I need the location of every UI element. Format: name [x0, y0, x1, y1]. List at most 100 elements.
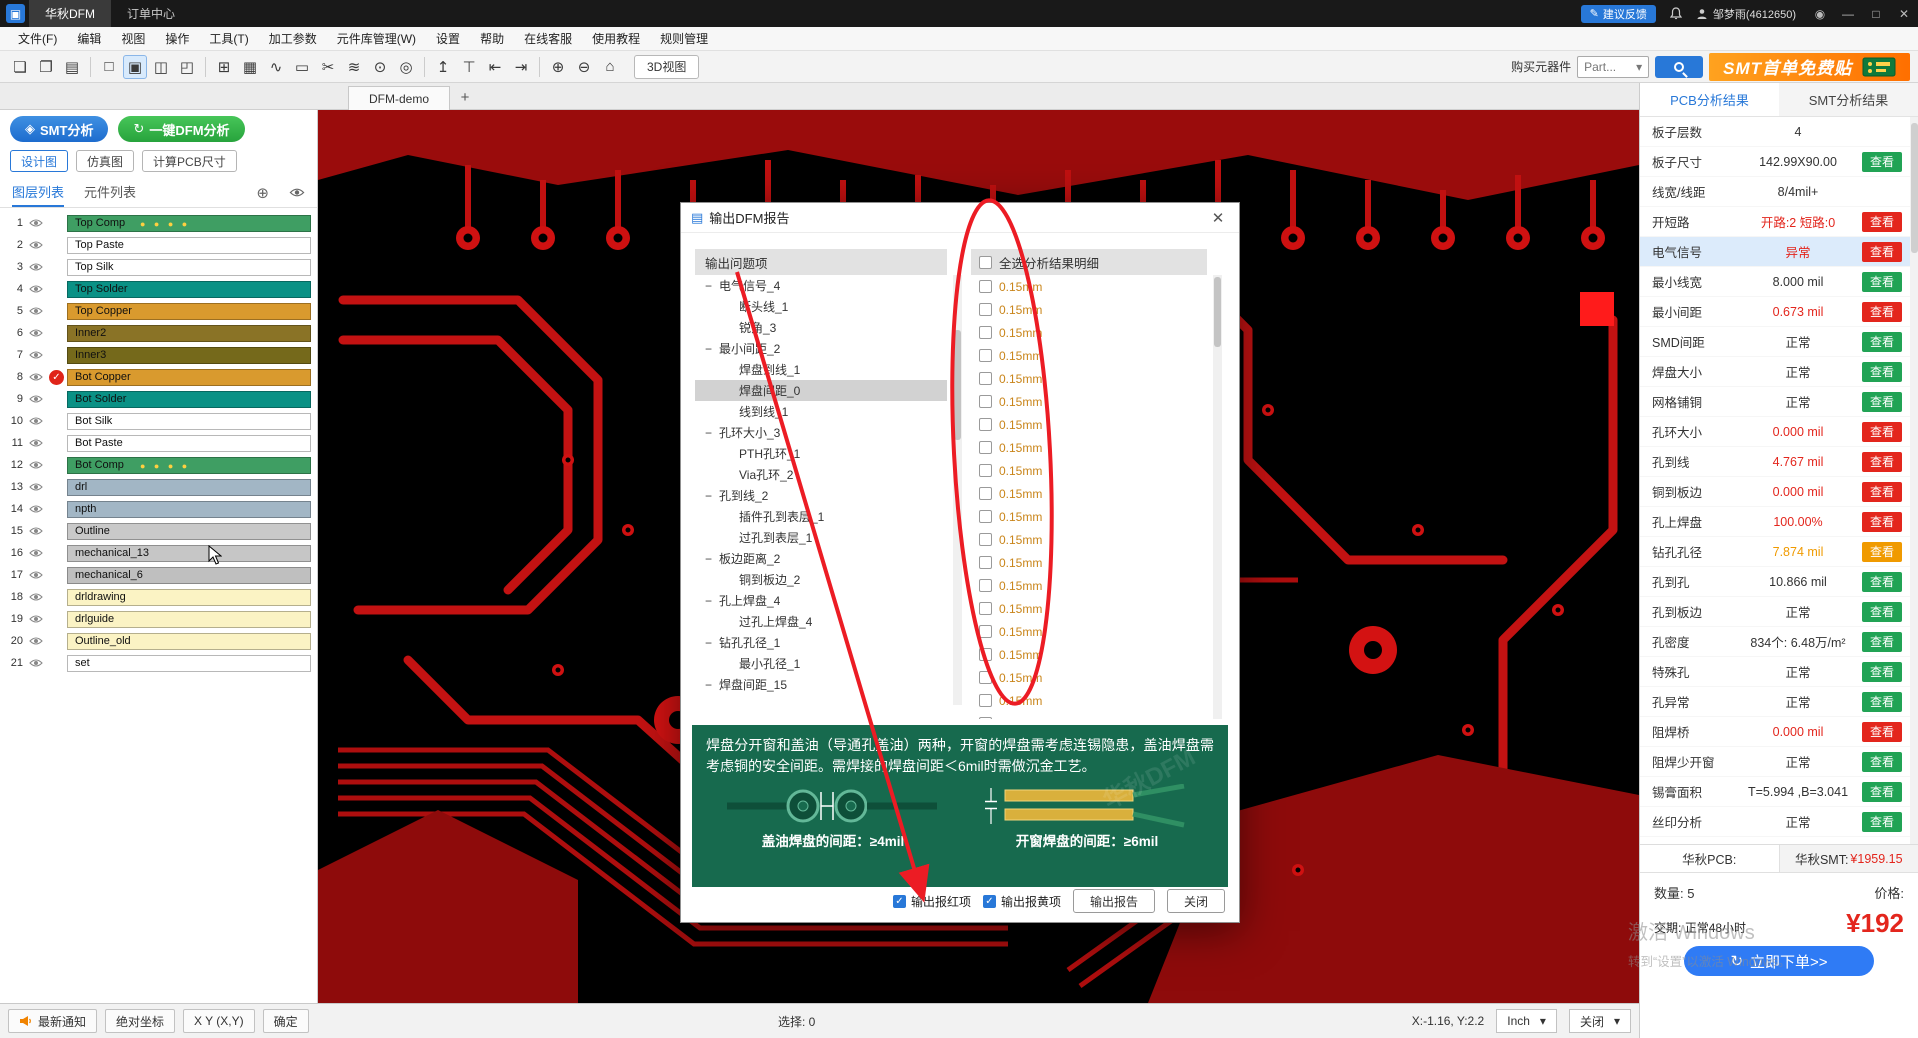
- layer-row[interactable]: 14 npth: [0, 498, 317, 520]
- tree-item[interactable]: − 铜到板边_2: [695, 569, 947, 590]
- layer-row[interactable]: 6 Inner2: [0, 322, 317, 344]
- tree-item[interactable]: − 板边距离_2: [695, 548, 947, 569]
- document-tab[interactable]: DFM-demo: [348, 86, 450, 110]
- detail-row[interactable]: 0.15mm: [971, 390, 1207, 413]
- analysis-row[interactable]: 电气信号 异常 查看: [1640, 237, 1918, 267]
- detail-row[interactable]: 0.15mm: [971, 574, 1207, 597]
- detail-checkbox[interactable]: [979, 349, 992, 362]
- layer-row[interactable]: 15 Outline: [0, 520, 317, 542]
- detail-checkbox[interactable]: [979, 556, 992, 569]
- collapse-icon[interactable]: −: [705, 426, 719, 440]
- layer-color-bar[interactable]: drldrawing: [67, 589, 311, 606]
- collapse-icon[interactable]: −: [705, 594, 719, 608]
- import-icon[interactable]: ↥: [431, 55, 455, 79]
- tree-item[interactable]: − 焊盘到线_1: [695, 359, 947, 380]
- detail-row[interactable]: 0.15mm: [971, 459, 1207, 482]
- view-button[interactable]: 查看: [1862, 392, 1902, 412]
- tab-layer-list[interactable]: 图层列表: [12, 178, 64, 207]
- detail-row[interactable]: 0.15mm: [971, 505, 1207, 528]
- view-button[interactable]: 查看: [1862, 692, 1902, 712]
- align-left-icon[interactable]: ⇤: [483, 55, 507, 79]
- tree-item[interactable]: − 断头线_1: [695, 296, 947, 317]
- zoom-out-icon[interactable]: ⊖: [572, 55, 596, 79]
- view-button[interactable]: 查看: [1862, 272, 1902, 292]
- detail-checkbox[interactable]: [979, 579, 992, 592]
- home-icon[interactable]: ⌂: [598, 55, 622, 79]
- tree-item[interactable]: − 孔环大小_3: [695, 422, 947, 443]
- analysis-row[interactable]: 孔异常 正常 查看: [1640, 687, 1918, 717]
- layer-row[interactable]: 11 Bot Paste: [0, 432, 317, 454]
- align-right-icon[interactable]: ⇥: [509, 55, 533, 79]
- grid-icon[interactable]: ⊞: [212, 55, 236, 79]
- detail-checkbox[interactable]: [979, 441, 992, 454]
- ruler-icon[interactable]: ▭: [290, 55, 314, 79]
- detail-checkbox[interactable]: [979, 533, 992, 546]
- view-button[interactable]: 查看: [1862, 662, 1902, 682]
- visibility-eye-icon[interactable]: [26, 240, 46, 250]
- collapse-icon[interactable]: −: [705, 552, 719, 566]
- xy-mode-button[interactable]: X Y (X,Y): [183, 1009, 255, 1033]
- detail-checkbox[interactable]: [979, 395, 992, 408]
- latest-notice-button[interactable]: 最新通知: [8, 1009, 97, 1033]
- view-button[interactable]: 查看: [1862, 362, 1902, 382]
- tab-huaqiu-dfm[interactable]: 华秋DFM: [29, 0, 111, 27]
- layer-color-bar[interactable]: Bot Comp ● ● ● ●: [67, 457, 311, 474]
- detail-checkbox[interactable]: [979, 602, 992, 615]
- select-corner-icon[interactable]: ◰: [175, 55, 199, 79]
- detail-checkbox[interactable]: [979, 510, 992, 523]
- layer-row[interactable]: 5 Top Copper: [0, 300, 317, 322]
- array-icon[interactable]: ▦: [238, 55, 262, 79]
- view-button[interactable]: 查看: [1862, 512, 1902, 532]
- confirm-button[interactable]: 确定: [263, 1009, 309, 1033]
- output-red-items-checkbox[interactable]: ✓ 输出报红项: [893, 893, 971, 910]
- tree-item[interactable]: − PTH孔环_1: [695, 443, 947, 464]
- analysis-row[interactable]: 铜到板边 0.000 mil 查看: [1640, 477, 1918, 507]
- analysis-row[interactable]: 锡膏面积 T=5.994 ,B=3.041 查看: [1640, 777, 1918, 807]
- zoom-in-icon[interactable]: ⊕: [546, 55, 570, 79]
- view-button[interactable]: 查看: [1862, 812, 1902, 832]
- detail-row[interactable]: 0.15mm: [971, 367, 1207, 390]
- analysis-row[interactable]: 孔到孔 10.866 mil 查看: [1640, 567, 1918, 597]
- analysis-row[interactable]: 特殊孔 正常 查看: [1640, 657, 1918, 687]
- visibility-eye-icon[interactable]: [26, 482, 46, 492]
- analysis-row[interactable]: 板子尺寸 142.99X90.00 查看: [1640, 147, 1918, 177]
- visibility-eye-icon[interactable]: [26, 438, 46, 448]
- layer-color-bar[interactable]: Top Paste: [67, 237, 311, 254]
- print-icon[interactable]: ▤: [60, 55, 84, 79]
- analysis-row[interactable]: 网格铺铜 正常 查看: [1640, 387, 1918, 417]
- app-menu-icon[interactable]: ◉: [1806, 0, 1834, 27]
- visibility-eye-icon[interactable]: [26, 350, 46, 360]
- layer-color-bar[interactable]: set: [67, 655, 311, 672]
- menu-item[interactable]: 元件库管理(W): [327, 30, 426, 47]
- analysis-row[interactable]: 焊盘大小 正常 查看: [1640, 357, 1918, 387]
- view-3d-button[interactable]: 3D视图: [634, 55, 699, 79]
- menu-item[interactable]: 帮助: [470, 30, 514, 47]
- detail-row[interactable]: 0.15mm: [971, 689, 1207, 712]
- open-icon[interactable]: ❐: [34, 55, 58, 79]
- select-rect-icon[interactable]: □: [97, 55, 121, 79]
- detail-row[interactable]: 0.15mm: [971, 298, 1207, 321]
- layer-color-bar[interactable]: Inner3: [67, 347, 311, 364]
- visibility-eye-icon[interactable]: [26, 306, 46, 316]
- layer-row[interactable]: 1 Top Comp ● ● ● ●: [0, 212, 317, 234]
- layer-color-bar[interactable]: drlguide: [67, 611, 311, 628]
- layer-row[interactable]: 7 Inner3: [0, 344, 317, 366]
- layer-color-bar[interactable]: Bot Paste: [67, 435, 311, 452]
- add-circle-icon[interactable]: ⊕: [256, 184, 269, 202]
- analysis-row[interactable]: 孔上焊盘 100.00% 查看: [1640, 507, 1918, 537]
- scrollbar-thumb[interactable]: [954, 330, 961, 440]
- view-button[interactable]: 查看: [1862, 452, 1902, 472]
- analysis-row[interactable]: 孔到板边 正常 查看: [1640, 597, 1918, 627]
- view-button[interactable]: 查看: [1862, 302, 1902, 322]
- detail-checkbox[interactable]: [979, 418, 992, 431]
- layer-row[interactable]: 2 Top Paste: [0, 234, 317, 256]
- detail-checkbox[interactable]: [979, 464, 992, 477]
- detail-row[interactable]: 0.15mm: [971, 413, 1207, 436]
- menu-item[interactable]: 操作: [155, 30, 199, 47]
- menu-item[interactable]: 在线客服: [514, 30, 582, 47]
- part-select[interactable]: Part... ▾: [1577, 56, 1649, 78]
- layer-row[interactable]: 13 drl: [0, 476, 317, 498]
- tree-item[interactable]: − 过孔上焊盘_4: [695, 611, 947, 632]
- analysis-row[interactable]: SMD间距 正常 查看: [1640, 327, 1918, 357]
- view-button[interactable]: 查看: [1862, 752, 1902, 772]
